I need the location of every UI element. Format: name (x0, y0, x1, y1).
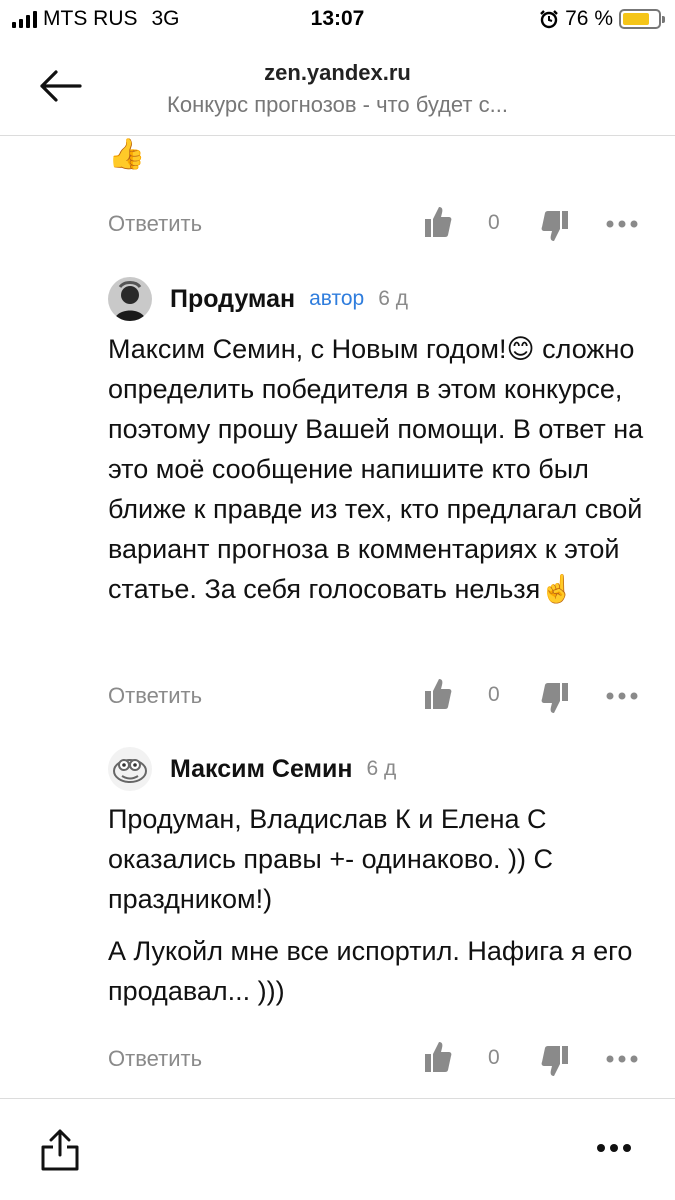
battery-icon (619, 9, 665, 29)
status-bar: MTS RUS 3G 13:07 76 % (0, 0, 675, 38)
avatar[interactable] (108, 277, 152, 321)
like-count: 0 (488, 1046, 500, 1069)
status-right: 76 % (539, 7, 665, 31)
reply-button[interactable]: Ответить (108, 1046, 202, 1072)
dislike-icon[interactable] (540, 1044, 570, 1078)
reply-button[interactable]: Ответить (108, 683, 202, 709)
comment-paragraph: А Лукойл мне все испортил. Нафига я его … (108, 936, 633, 1006)
comment-date: 6 д (378, 287, 409, 310)
thumbs-up-emoji: 👍 (108, 138, 146, 171)
more-menu-icon[interactable] (596, 1143, 632, 1153)
more-icon[interactable] (605, 691, 639, 701)
avatar[interactable] (108, 747, 152, 791)
nav-header: zen.yandex.ru Конкурс прогнозов - что бу… (0, 38, 675, 136)
more-icon[interactable] (605, 219, 639, 229)
like-count: 0 (488, 683, 500, 706)
comment-actions: Ответить 0 (108, 1040, 638, 1080)
share-icon[interactable] (38, 1127, 82, 1171)
comment-text: Продуман, Владислав К и Елена С оказалис… (108, 799, 648, 1017)
comment-text: Максим Семин, с Новым годом!😊 сложно опр… (108, 329, 648, 615)
author-name[interactable]: Продуман (170, 285, 295, 314)
like-icon[interactable] (423, 1040, 453, 1074)
comment-actions: Ответить 0 (108, 677, 638, 717)
battery-percent: 76 % (565, 7, 613, 30)
comment-actions: Ответить 0 (108, 205, 638, 245)
comment-date: 6 д (366, 757, 397, 780)
page-title: Конкурс прогнозов - что будет с... (167, 92, 508, 117)
comment-paragraph: Максим Семин, с Новым годом!😊 сложно опр… (108, 334, 644, 604)
bottom-toolbar (0, 1098, 675, 1200)
page-domain: zen.yandex.ru (264, 60, 411, 85)
like-icon[interactable] (423, 677, 453, 711)
comment-paragraph: Продуман, Владислав К и Елена С оказалис… (108, 804, 553, 914)
author-name[interactable]: Максим Семин (170, 755, 353, 784)
more-icon[interactable] (605, 1054, 639, 1064)
reply-button[interactable]: Ответить (108, 211, 202, 237)
dislike-icon[interactable] (540, 681, 570, 715)
like-count: 0 (488, 211, 500, 234)
author-badge: автор (309, 287, 365, 310)
dislike-icon[interactable] (540, 209, 570, 243)
comment-author: Максим Семин 6 д (108, 747, 396, 791)
alarm-icon (540, 10, 558, 29)
like-icon[interactable] (423, 205, 453, 239)
comment-author: Продуман автор 6 д (108, 277, 408, 321)
